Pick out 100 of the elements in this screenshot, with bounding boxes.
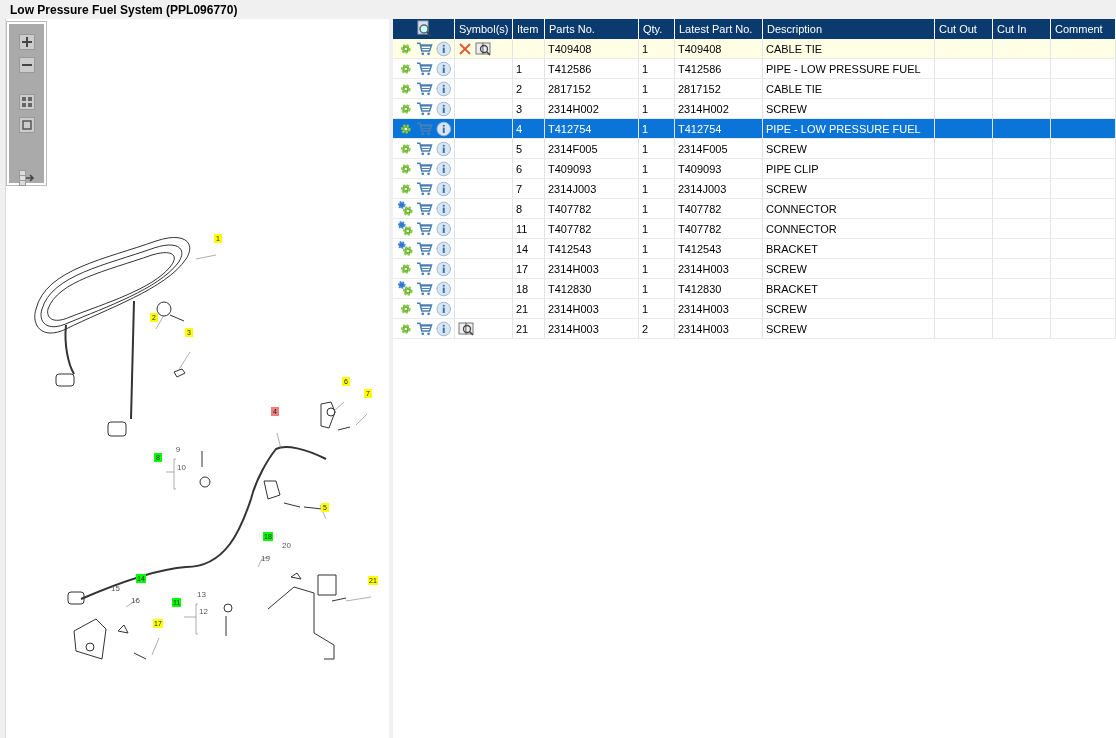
info-icon[interactable] [435,220,451,237]
table-row[interactable]: 21 2314H003 1 2314H003 SCREW [392,298,1116,319]
table-cell: PIPE CLIP [762,158,935,179]
gears-icon[interactable] [397,220,413,237]
table-cell: 1 [638,138,675,159]
table-cell: PIPE - LOW PRESSURE FUEL [762,58,935,79]
table-cell: T407782 [674,198,763,219]
cart-icon[interactable] [416,140,433,157]
table-cell: 2817152 [544,78,639,99]
column-header[interactable]: Cut In [992,19,1051,39]
table-cell: 2 [512,78,545,99]
zoom-in-button[interactable] [18,34,35,50]
cart-icon[interactable] [416,220,433,237]
table-cell: T407782 [544,218,639,239]
table-cell: 21 [512,318,545,339]
table-row[interactable]: 21 2314H003 2 2314H003 SCREW [392,318,1116,339]
table-cell: SCREW [762,258,935,279]
table-row[interactable]: 6 T409093 1 T409093 PIPE CLIP [392,158,1116,179]
gears-icon[interactable] [397,240,413,257]
callout-number: 16 [130,596,141,605]
table-row[interactable]: 4 T412754 1 T412754 PIPE - LOW PRESSURE FUEL [392,118,1116,139]
table-row[interactable]: 5 2314F005 1 2314F005 SCREW [392,138,1116,159]
cart-icon[interactable] [416,80,433,97]
panel-layout-button[interactable] [18,170,35,186]
full-view-button[interactable] [18,117,35,133]
table-cell: 1 [638,178,675,199]
table-cell: 14 [512,238,545,259]
table-cell: CABLE TIE [762,39,935,59]
cart-icon[interactable] [416,60,433,77]
book-search-icon [458,321,474,336]
table-row[interactable]: 1 T412586 1 T412586 PIPE - LOW PRESSURE FUEL [392,58,1116,79]
info-icon[interactable] [435,80,451,97]
table-cell: 2314H003 [674,298,763,319]
table-row[interactable]: 14 T412543 1 T412543 BRACKET [392,238,1116,259]
table-row[interactable]: 7 2314J003 1 2314J003 SCREW [392,178,1116,199]
table-cell: BRACKET [762,278,935,299]
table-cell: 2314J003 [674,178,763,199]
table-cell: SCREW [762,98,935,119]
table-cell: T407782 [674,218,763,239]
table-cell: BRACKET [762,238,935,259]
table-cell: 18 [512,278,545,299]
table-cell: 6 [512,158,545,179]
table-cell: 1 [638,238,675,259]
table-cell: 1 [638,218,675,239]
cart-icon[interactable] [416,40,433,57]
table-row[interactable]: 8 T407782 1 T407782 CONNECTOR [392,198,1116,219]
table-cell: SCREW [762,178,935,199]
column-header[interactable]: Item [512,19,545,39]
table-cell: T412586 [544,58,639,79]
info-icon[interactable] [435,300,451,317]
table-cell: 2314F005 [544,138,639,159]
info-icon[interactable] [435,200,451,217]
table-cell: 2314H003 [674,318,763,339]
column-header[interactable]: Symbol(s) [454,19,513,39]
cart-icon[interactable] [416,300,433,317]
table-cell: T412830 [544,278,639,299]
cart-icon[interactable] [416,180,433,197]
column-header[interactable]: Comment [1050,19,1116,39]
table-row[interactable]: 17 2314H003 1 2314H003 SCREW [392,258,1116,279]
gears-icon[interactable] [397,200,413,217]
info-icon[interactable] [435,160,451,177]
cart-icon[interactable] [416,160,433,177]
column-header[interactable]: Cut Out [934,19,993,39]
column-header[interactable]: Description [762,19,935,39]
info-icon[interactable] [435,100,451,117]
fit-view-button[interactable] [18,94,35,110]
info-icon[interactable] [435,120,451,137]
table-cell: 1 [638,278,675,299]
cart-icon[interactable] [416,280,433,297]
column-header[interactable]: Latest Part No. [674,19,763,39]
info-icon[interactable] [435,320,451,337]
info-icon[interactable] [435,40,451,57]
search-icon[interactable] [414,19,432,37]
column-header[interactable]: Qty. [638,19,675,39]
column-header[interactable]: Parts No. [544,19,639,39]
info-icon[interactable] [435,180,451,197]
table-cell: 8 [512,198,545,219]
info-icon[interactable] [435,140,451,157]
info-icon[interactable] [435,260,451,277]
table-cell: 1 [638,158,675,179]
table-row[interactable]: 18 T412830 1 T412830 BRACKET [392,278,1116,299]
zoom-out-button[interactable] [18,57,35,73]
info-icon[interactable] [435,240,451,257]
cart-icon[interactable] [416,200,433,217]
table-cell: 1 [638,258,675,279]
cart-icon[interactable] [416,100,433,117]
table-cell: 1 [638,39,675,59]
info-icon[interactable] [435,280,451,297]
table-cell: T412586 [674,58,763,79]
table-row[interactable]: 3 2314H002 1 2314H002 SCREW [392,98,1116,119]
cart-icon[interactable] [416,240,433,257]
info-icon[interactable] [435,60,451,77]
table-row[interactable]: 11 T407782 1 T407782 CONNECTOR [392,218,1116,239]
cart-icon[interactable] [416,320,433,337]
table-row[interactable]: 2 2817152 1 2817152 CABLE TIE [392,78,1116,99]
table-cell: T412830 [674,278,763,299]
gears-icon[interactable] [397,280,413,297]
table-cell: 2314H003 [544,298,639,319]
cart-icon[interactable] [416,260,433,277]
table-row[interactable]: T409408 1 T409408 CABLE TIE [392,39,1116,59]
